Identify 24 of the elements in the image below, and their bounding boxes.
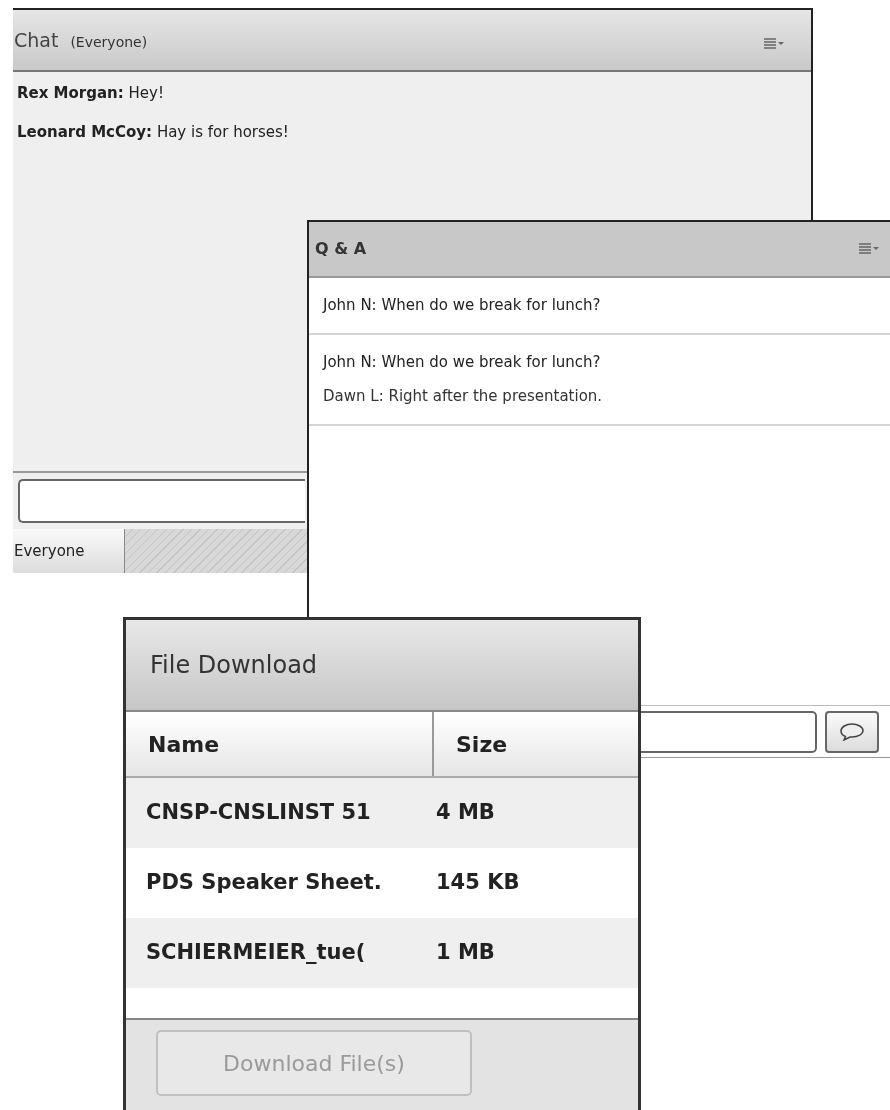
question-text: John N: When do we break for lunch? [323, 295, 602, 316]
column-header[interactable]: Name [126, 712, 434, 776]
file-size: 145 KB [436, 869, 520, 897]
send-button[interactable] [825, 710, 879, 753]
file-size: 4 MB [436, 799, 495, 827]
chat-message: Leonard McCoy: Hay is for horses! [17, 121, 290, 143]
column-header[interactable]: Size [434, 712, 638, 776]
chat-message: Rex Morgan: Hey! [17, 83, 165, 104]
answer-text: Dawn L: Right after the presentation. [323, 386, 604, 407]
message-input-field[interactable] [18, 479, 305, 523]
file-name: PDS Speaker Sheet. [145, 869, 383, 897]
speech-bubble-icon [840, 722, 864, 741]
file-name: CNSP-CNSLINST 51 [145, 799, 372, 827]
chat-tab[interactable]: Everyone [13, 529, 125, 573]
panel-title: File Download [150, 650, 318, 681]
menu-icon[interactable] [764, 38, 784, 50]
file-name: SCHIERMEIER_tue( [145, 939, 367, 967]
file-size: 1 MB [436, 939, 495, 967]
audience-label: (Everyone) [70, 32, 148, 52]
panel-title: Chat [14, 27, 59, 53]
menu-icon[interactable] [859, 243, 879, 255]
question-text: John N: When do we break for lunch? [323, 351, 602, 373]
panel-title: Q & A [315, 238, 368, 260]
question-input-field[interactable] [641, 710, 817, 753]
